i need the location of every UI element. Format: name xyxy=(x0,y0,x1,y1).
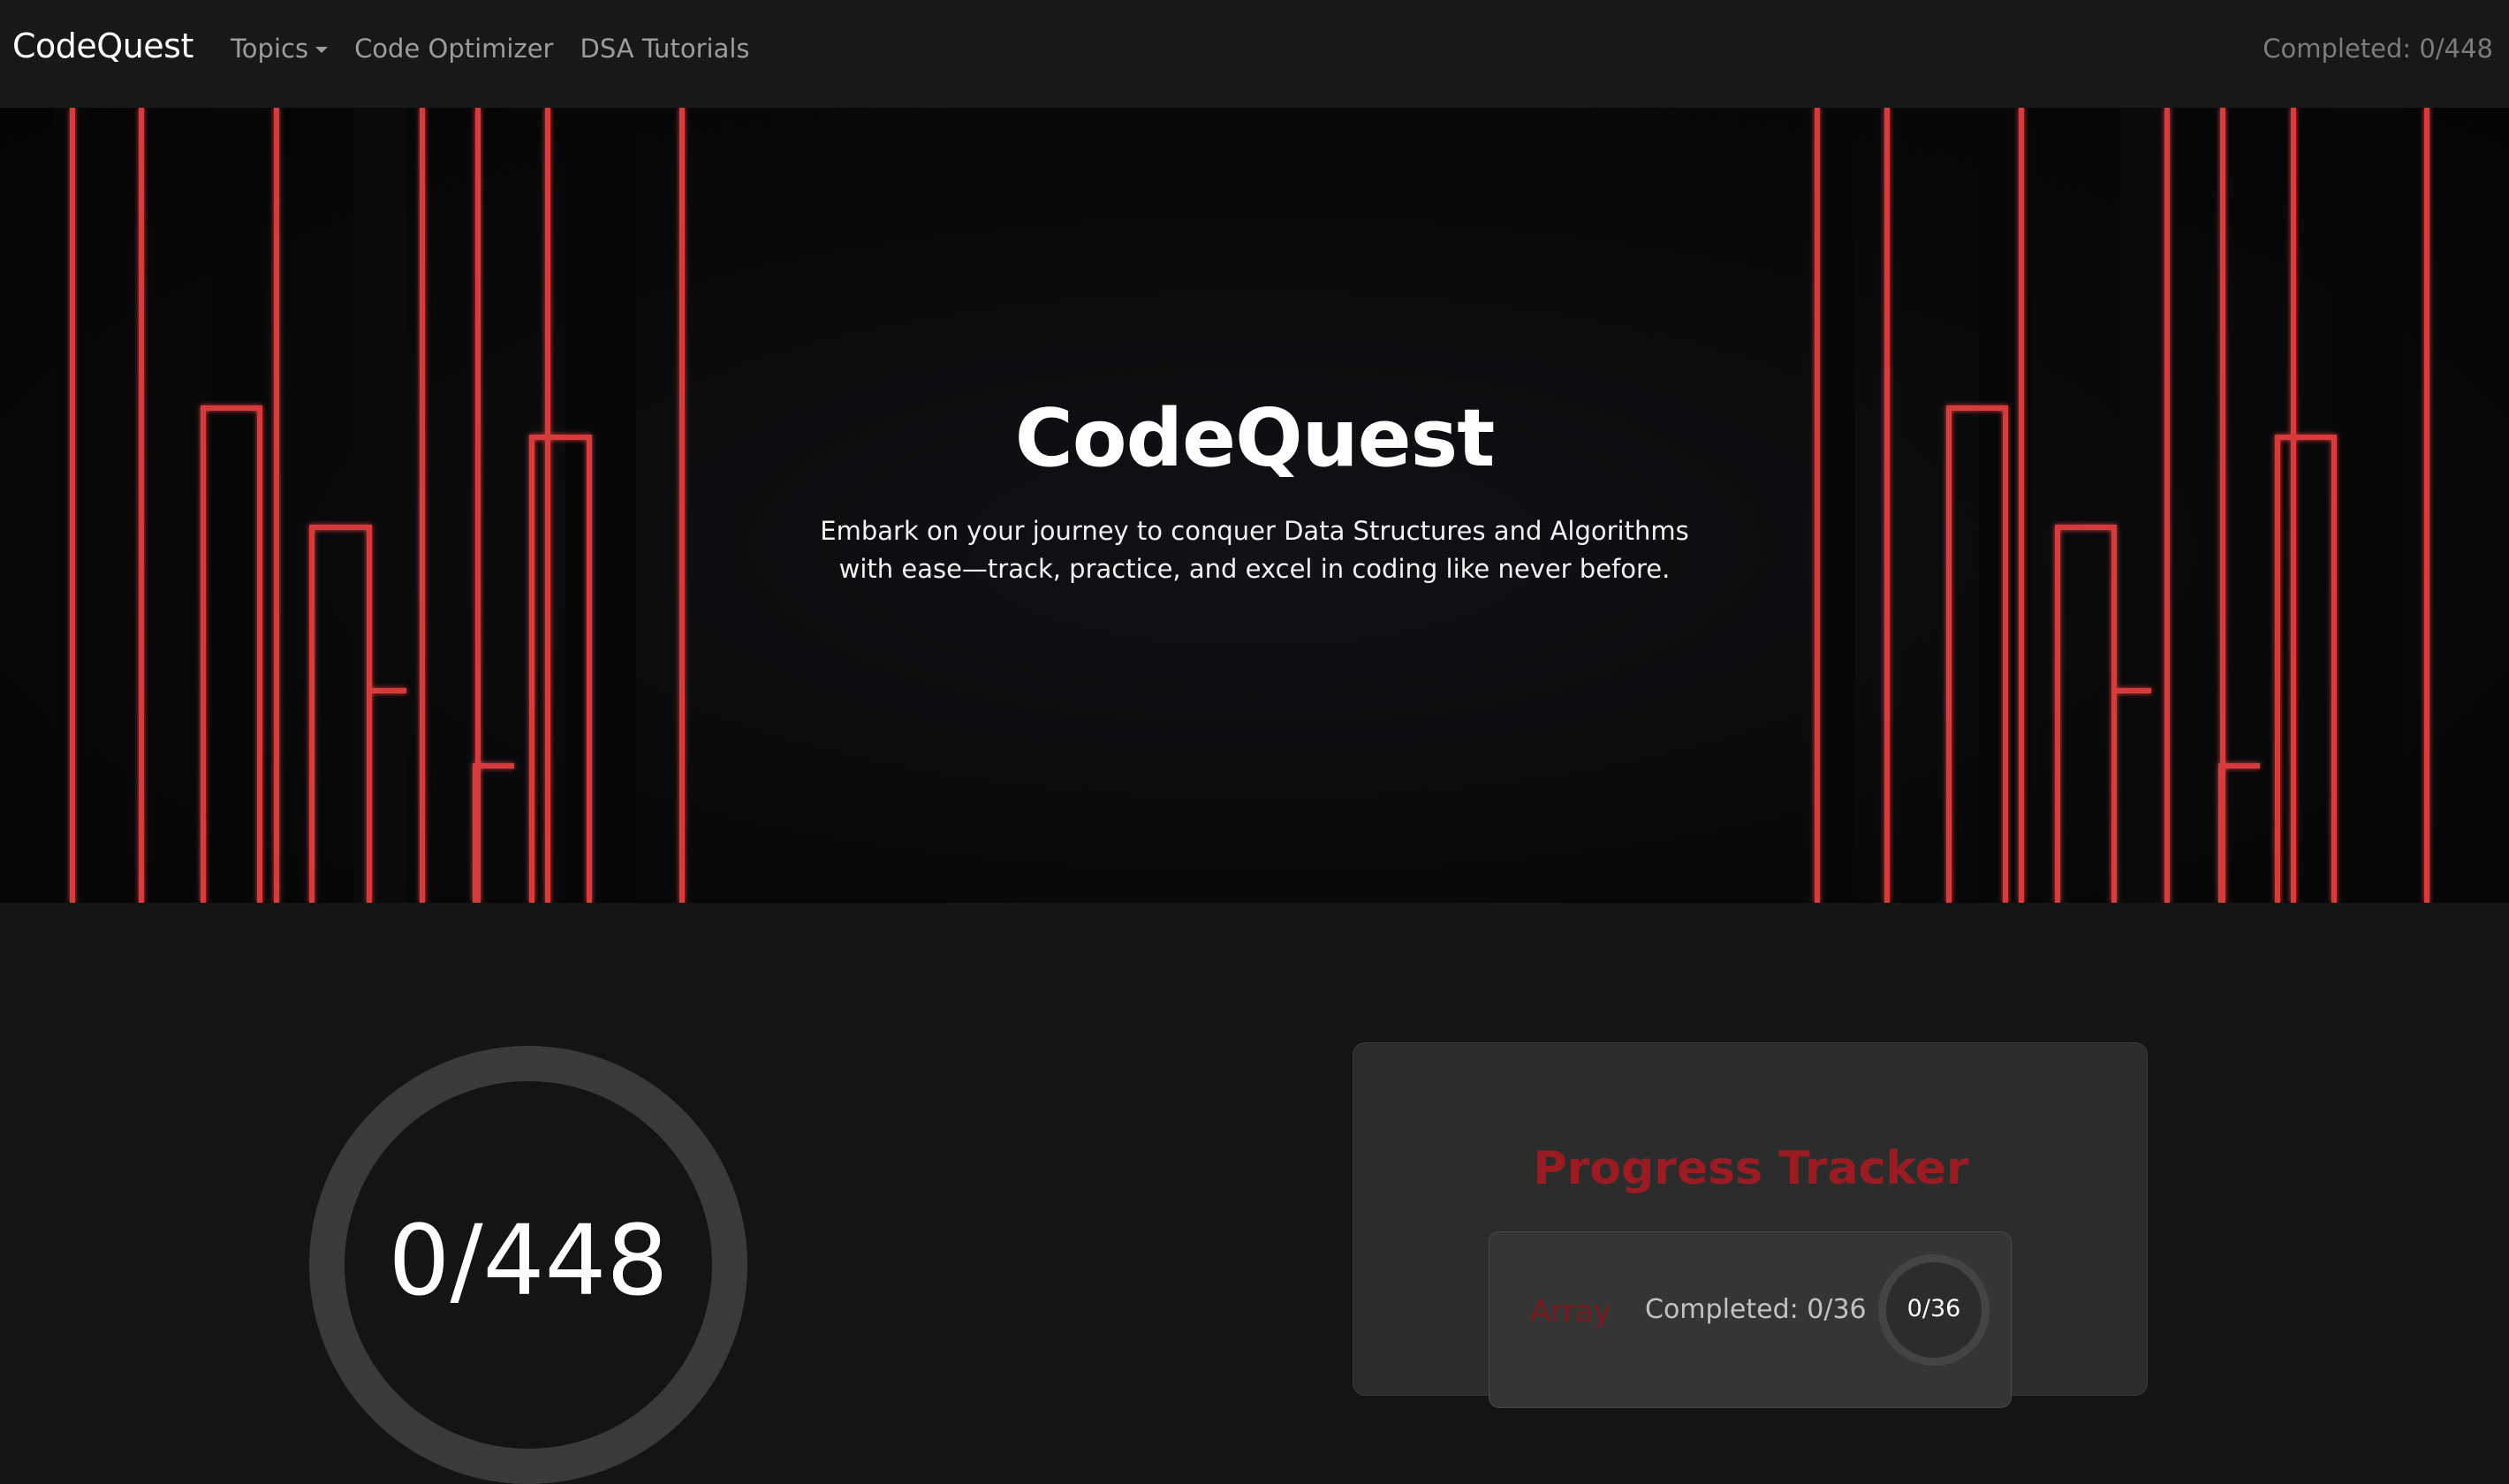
hero-title: CodeQuest xyxy=(1014,392,1496,485)
topic-progress-label: 0/36 xyxy=(1906,1295,1961,1322)
overall-progress-label: 0/448 xyxy=(388,1204,669,1317)
nav-completed-count: Completed: 0/448 xyxy=(2263,34,2493,64)
topic-row-array[interactable]: Array Completed: 0/36 0/36 xyxy=(1489,1231,2012,1408)
hero-section: CodeQuest Embark on your journey to conq… xyxy=(0,108,2509,903)
nav-code-optimizer[interactable]: Code Optimizer xyxy=(354,34,553,64)
nav-topics-dropdown[interactable]: Topics xyxy=(231,34,329,64)
brand-logo[interactable]: CodeQuest xyxy=(12,26,193,65)
nav-topics-label: Topics xyxy=(231,34,309,64)
caret-down-icon xyxy=(315,46,329,53)
progress-tracker-card: Progress Tracker Array Completed: 0/36 0… xyxy=(1353,1042,2148,1408)
hero-subtitle: Embark on your journey to conquer Data S… xyxy=(813,512,1696,588)
topic-completed-count: Completed: 0/36 xyxy=(1645,1294,1867,1325)
hero-subtitle-line-1: Embark on your journey to conquer Data S… xyxy=(820,516,1689,546)
hero-neon-bars-left xyxy=(53,108,685,903)
navbar: CodeQuest Topics Code Optimizer DSA Tuto… xyxy=(0,0,2509,108)
topic-name[interactable]: Array xyxy=(1530,1294,1611,1329)
nav-links: Topics Code Optimizer DSA Tutorials xyxy=(231,34,777,64)
progress-tracker-title: Progress Tracker xyxy=(1533,1142,1969,1195)
hero-neon-bars-right xyxy=(1815,108,2429,903)
hero-subtitle-line-2: with ease—track, practice, and excel in … xyxy=(838,554,1671,584)
nav-dsa-tutorials[interactable]: DSA Tutorials xyxy=(580,34,749,64)
